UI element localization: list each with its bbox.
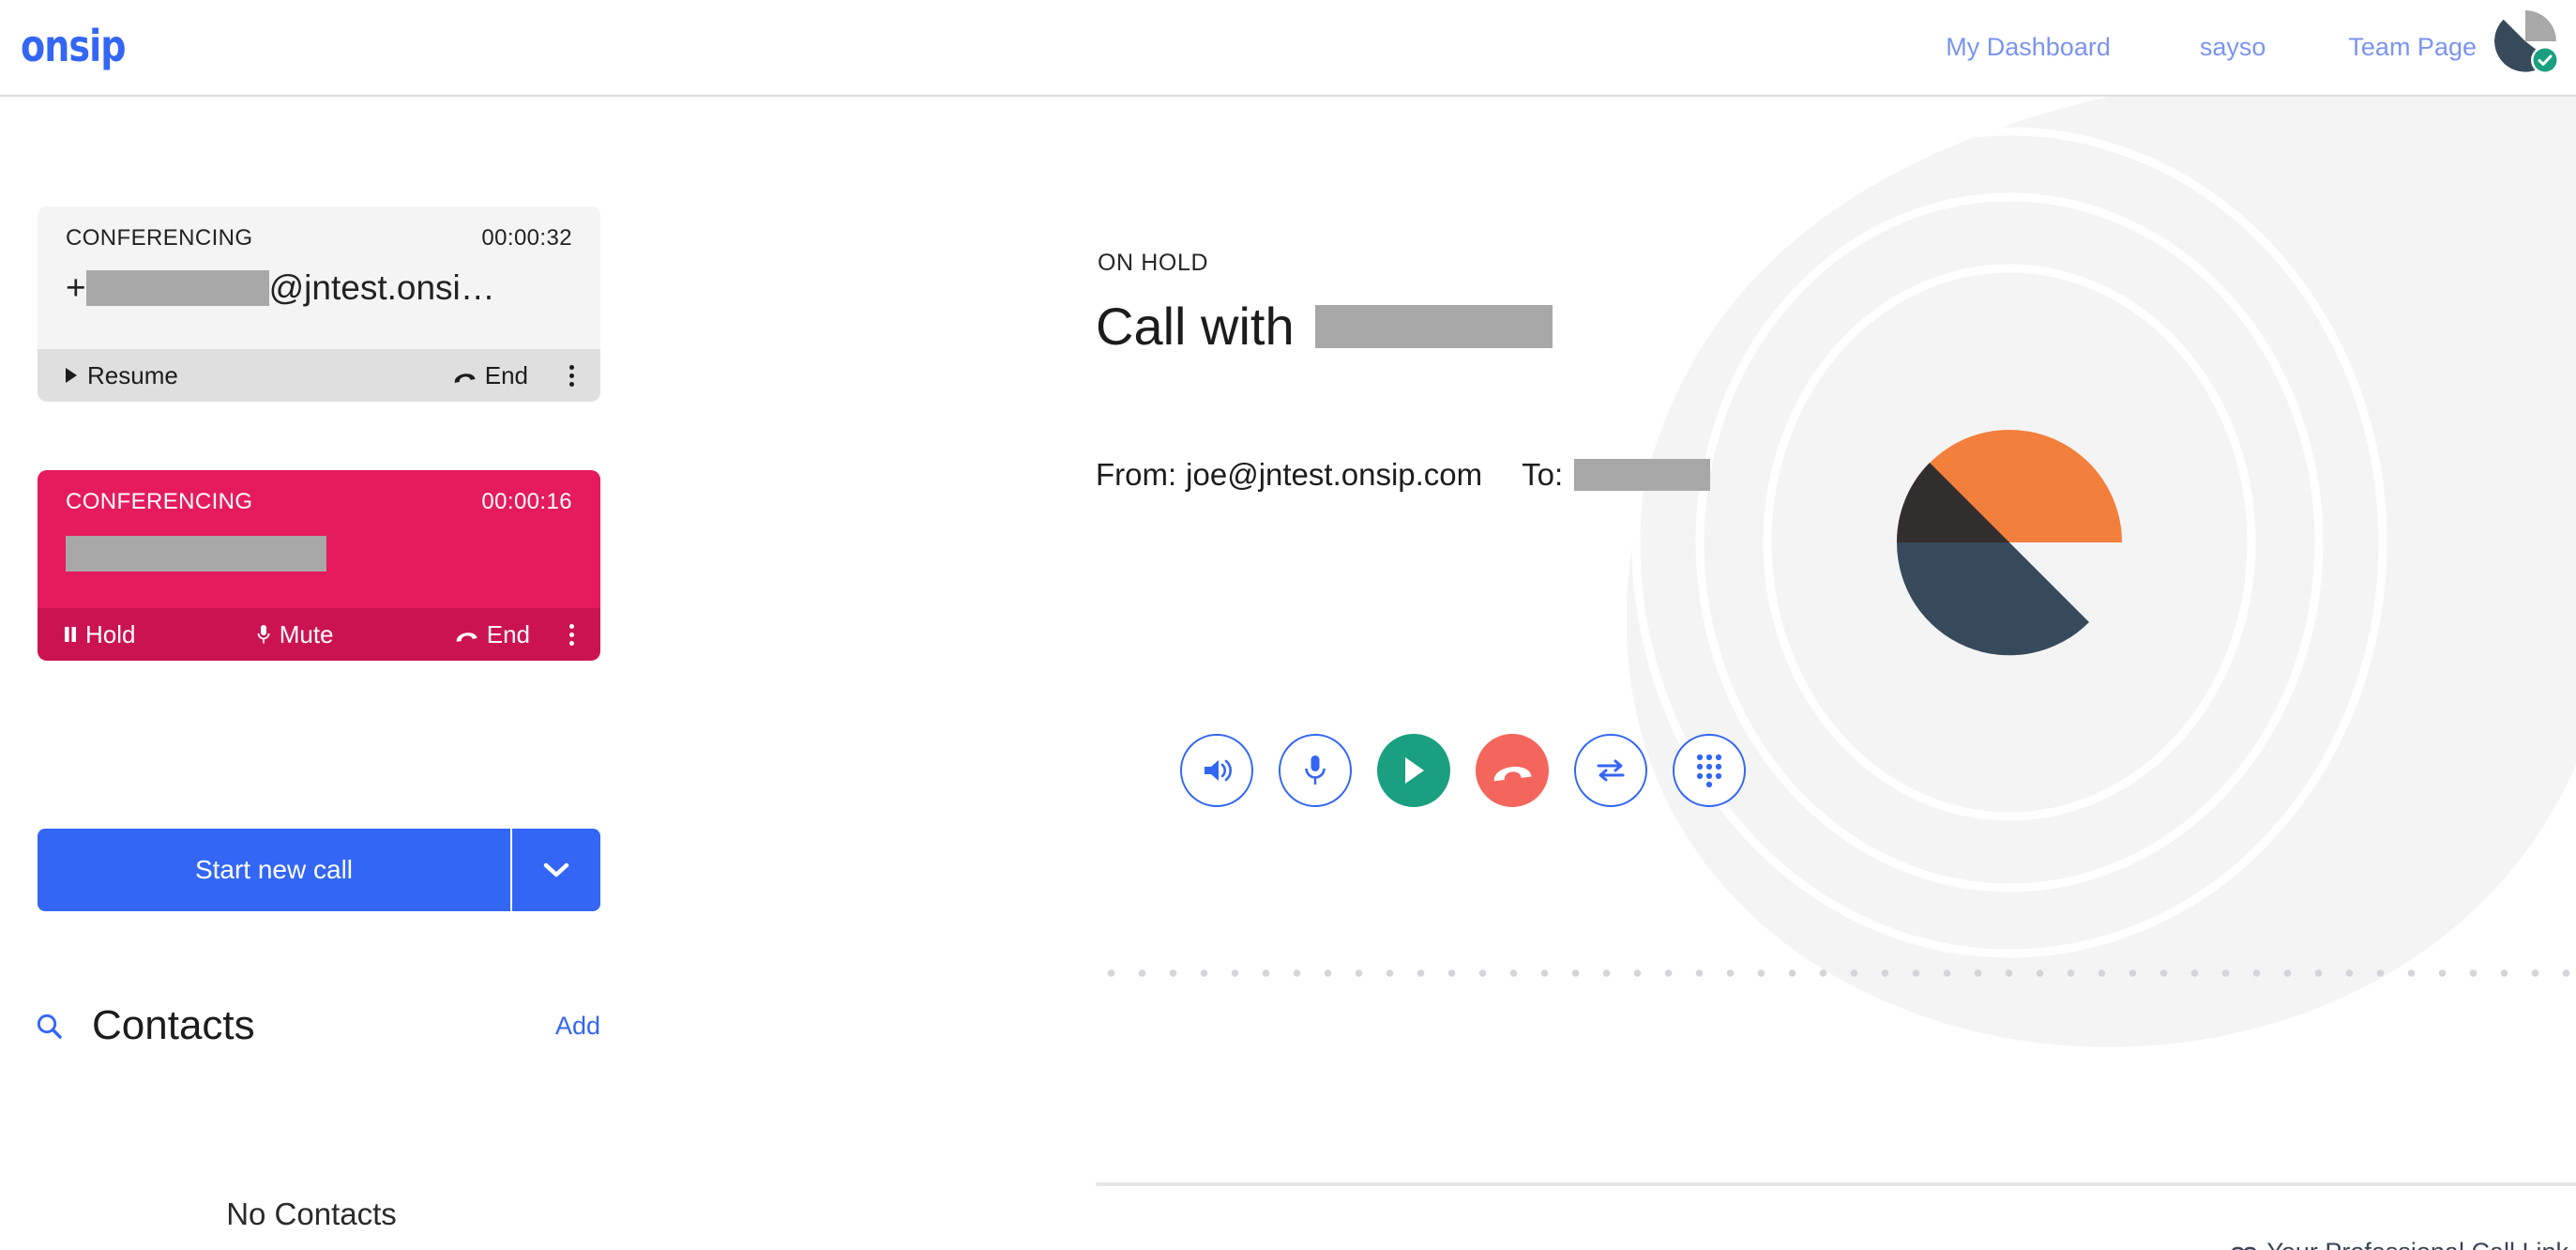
start-new-call-button[interactable]: Start new call: [38, 829, 512, 911]
onsip-logo: onsip: [21, 21, 127, 71]
call-card-body: CONFERENCING 00:00:16: [38, 470, 600, 608]
footer-divider: [1096, 1182, 2576, 1186]
resume-button[interactable]: Resume: [64, 361, 178, 390]
resume-call-button[interactable]: [1377, 734, 1450, 807]
app-header: onsip My Dashboard sayso Team Page: [0, 0, 2576, 97]
redacted-identity: [66, 536, 326, 572]
main-panel: ON HOLD Call with From: joe@jntest.onsip…: [696, 97, 2576, 1250]
add-contact-button[interactable]: Add: [555, 1012, 600, 1041]
speaker-icon: [1205, 759, 1232, 782]
redacted-to-value: [1574, 459, 1711, 491]
hangup-icon: [456, 633, 477, 642]
call-card-active[interactable]: CONFERENCING 00:00:16 Hold Mute End: [38, 470, 600, 661]
call-link-label: Your Professional Call Link: [2266, 1238, 2568, 1250]
call-card-status-row: CONFERENCING 00:00:32: [66, 225, 572, 252]
chain-link-icon: [2232, 1246, 2257, 1250]
call-with-heading: Call with: [1096, 296, 1553, 357]
call-state-label: CONFERENCING: [66, 489, 253, 514]
sidebar: CONFERENCING 00:00:32 + @jntest.onsi… Res…: [0, 97, 696, 1250]
contacts-empty-message: No Contacts: [226, 1197, 397, 1231]
hold-button[interactable]: Hold: [64, 620, 135, 649]
pause-icon: [65, 627, 76, 642]
hangup-button[interactable]: [1476, 734, 1549, 807]
call-card-actions: Hold Mute End: [38, 608, 600, 661]
end-call-button[interactable]: End: [454, 620, 530, 649]
avatar[interactable]: [2492, 8, 2559, 75]
call-timer: 00:00:32: [481, 225, 572, 251]
kebab-menu-icon[interactable]: [564, 623, 574, 646]
play-icon: [1405, 757, 1424, 784]
search-icon[interactable]: [34, 1011, 64, 1041]
transfer-button[interactable]: [1574, 734, 1647, 807]
redacted-call-with-party: [1314, 304, 1553, 348]
mute-button[interactable]: Mute: [256, 620, 334, 649]
contacts-header: Contacts Add: [34, 1002, 600, 1049]
microphone-button[interactable]: [1279, 734, 1352, 807]
call-card-status-row: CONFERENCING 00:00:16: [66, 489, 572, 515]
identity-prefix: +: [66, 268, 86, 307]
transfer-arrows-icon: [1597, 759, 1625, 782]
speaker-button[interactable]: [1180, 734, 1253, 807]
call-identity: + @jntest.onsi…: [66, 268, 572, 308]
call-with-label: Call with: [1096, 297, 1295, 356]
microphone-icon: [1305, 755, 1326, 785]
main-navigation: My Dashboard sayso Team Page: [1946, 0, 2477, 95]
call-card-actions: Resume End: [38, 349, 600, 402]
hangup-icon: [1493, 767, 1532, 782]
call-card-body: CONFERENCING 00:00:32 + @jntest.onsi…: [38, 206, 600, 349]
nav-my-dashboard[interactable]: My Dashboard: [1946, 33, 2111, 62]
contacts-title: Contacts: [92, 1002, 255, 1048]
identity-suffix: @jntest.onsi…: [268, 268, 495, 307]
call-state-label: CONFERENCING: [66, 225, 253, 251]
nav-sayso[interactable]: sayso: [2200, 33, 2266, 62]
end-call-button[interactable]: End: [452, 361, 528, 390]
check-badge-icon: [2533, 48, 2557, 72]
from-label: From:: [1096, 457, 1177, 492]
to-label: To:: [1522, 457, 1564, 492]
call-status-label: ON HOLD: [1098, 250, 1209, 276]
redacted-identity: [85, 270, 269, 306]
play-icon: [66, 368, 77, 383]
call-timer: 00:00:16: [481, 489, 572, 514]
call-controls: [1180, 734, 1746, 807]
call-card-held[interactable]: CONFERENCING 00:00:32 + @jntest.onsi… Res…: [38, 206, 600, 402]
from-to-row: From: joe@jntest.onsip.com To:: [1096, 457, 1711, 493]
professional-call-link[interactable]: Your Professional Call Link: [2231, 1238, 2568, 1250]
start-new-call-dropdown[interactable]: [512, 829, 600, 911]
resume-label: Resume: [87, 360, 178, 389]
chevron-down-icon: [543, 862, 569, 877]
end-label: End: [486, 619, 530, 648]
hold-label: Hold: [85, 619, 136, 648]
hangup-icon: [454, 373, 476, 383]
kebab-menu-icon[interactable]: [564, 364, 574, 387]
end-label: End: [484, 360, 528, 389]
mute-label: Mute: [279, 619, 334, 648]
nav-team-page[interactable]: Team Page: [2348, 33, 2477, 62]
dialpad-icon: [1696, 754, 1722, 788]
keypad-button[interactable]: [1673, 734, 1746, 807]
pie-avatar-icon: [2494, 10, 2559, 74]
section-divider: [1096, 969, 2576, 977]
start-new-call-group: Start new call: [38, 829, 600, 911]
from-value: joe@jntest.onsip.com: [1186, 457, 1483, 492]
microphone-icon: [257, 625, 270, 644]
